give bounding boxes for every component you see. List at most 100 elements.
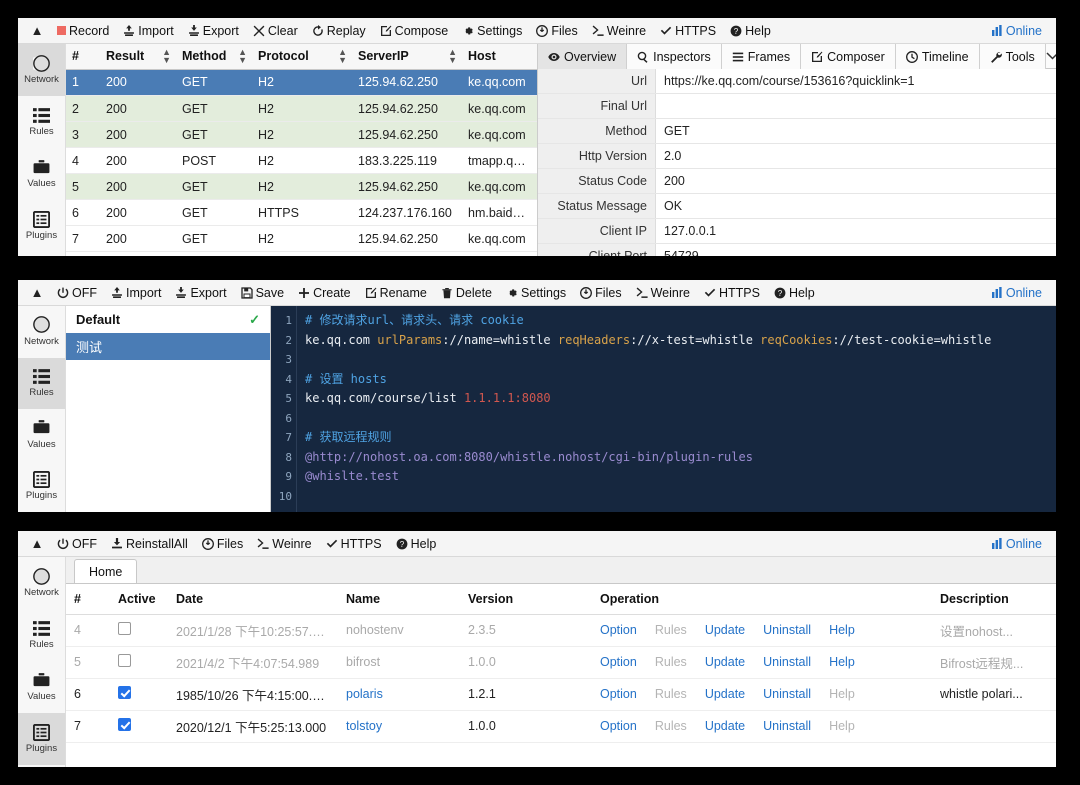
editor-code[interactable]: # 修改请求url、请求头、请求 cookie ke.qq.com urlPara… (297, 306, 1056, 512)
plugin-name-link[interactable]: nohostenv (346, 623, 404, 637)
plugin-name-link[interactable]: polaris (346, 687, 383, 701)
sidebar-item-network[interactable]: Network (18, 557, 65, 609)
toolbar-export-button[interactable]: Export (181, 18, 246, 44)
sidebar-item-rules[interactable]: Rules (18, 96, 65, 148)
tab-composer[interactable]: Composer (801, 44, 896, 69)
toolbar-help-button[interactable]: ? Help (389, 531, 444, 557)
toolbar-help-button[interactable]: ? Help (723, 18, 778, 44)
toolbar-export-button[interactable]: Export (168, 280, 233, 306)
tab-tools[interactable]: Tools (979, 44, 1046, 69)
table-row[interactable]: 3 200 GET H2 125.94.62.250 ke.qq.com (66, 121, 537, 148)
collapse-toggle-plugins[interactable]: ▲ (24, 536, 50, 551)
toolbar-record-button[interactable]: Record (50, 18, 116, 44)
toolbar-weinre-button[interactable]: Weinre (585, 18, 653, 44)
tab-frames[interactable]: Frames (721, 44, 802, 69)
op-help-link[interactable]: Help (829, 623, 855, 637)
chevron-down-icon[interactable] (1045, 44, 1056, 68)
column-header-serverip[interactable]: ServerIP ▲ ▼ (352, 44, 462, 70)
toolbar-https-button[interactable]: HTTPS (319, 531, 389, 557)
op-help-link[interactable]: Help (829, 655, 855, 669)
toolbar-files-button[interactable]: Files (195, 531, 250, 557)
plugin-name-link[interactable]: bifrost (346, 655, 380, 669)
table-row[interactable]: 2 200 GET H2 125.94.62.250 ke.qq.com (66, 95, 537, 122)
column-header-result[interactable]: Result ▲ ▼ (100, 44, 176, 70)
table-row[interactable]: 1 200 GET H2 125.94.62.250 ke.qq.com (66, 69, 537, 96)
table-row[interactable]: 4 2021/1/28 下午10:25:57.082 nohostenv 2.3.5 O… (66, 614, 1056, 647)
sort-toggle-icon[interactable]: ▲ ▼ (162, 48, 171, 65)
table-row[interactable]: 7 200 GET H2 125.94.62.250 ke.qq.com (66, 225, 537, 252)
toolbar-files-button[interactable]: Files (529, 18, 584, 44)
toolbar-reinstallall-button[interactable]: ReinstallAll (104, 531, 195, 557)
op-uninstall-link[interactable]: Uninstall (763, 655, 811, 669)
sidebar-item-rules[interactable]: Rules (18, 357, 65, 409)
toolbar-replay-button[interactable]: Replay (305, 18, 373, 44)
column-header-method[interactable]: Method ▲ ▼ (176, 44, 252, 70)
sidebar-item-values[interactable]: Values (18, 661, 65, 713)
sidebar-item-rules[interactable]: Rules (18, 609, 65, 661)
online-status-network[interactable]: Online (984, 24, 1050, 38)
op-update-link[interactable]: Update (705, 623, 745, 637)
toolbar-files-button[interactable]: Files (573, 280, 628, 306)
column-header-protocol[interactable]: Protocol ▲ ▼ (252, 44, 352, 70)
active-checkbox[interactable] (118, 686, 131, 699)
toolbar-clear-button[interactable]: Clear (246, 18, 305, 44)
tab-inspectors[interactable]: Inspectors (627, 44, 722, 69)
sort-toggle-icon[interactable]: ▲ ▼ (448, 48, 457, 65)
toolbar-weinre-button[interactable]: Weinre (629, 280, 697, 306)
op-option-link[interactable]: Option (600, 687, 637, 701)
sidebar-item-network[interactable]: Network (18, 44, 65, 96)
toolbar-https-button[interactable]: HTTPS (653, 18, 723, 44)
op-update-link[interactable]: Update (705, 655, 745, 669)
sidebar-item-plugins[interactable]: Plugins (18, 713, 65, 765)
table-row[interactable]: 6 200 GET HTTPS 124.237.176.160 hm.baidu.com (66, 199, 537, 226)
tab-overview[interactable]: Overview (538, 44, 628, 69)
collapse-toggle-rules[interactable]: ▲ (24, 285, 50, 300)
toolbar-create-button[interactable]: Create (291, 280, 358, 306)
op-update-link[interactable]: Update (705, 719, 745, 733)
sidebar-item-network[interactable]: Network (18, 306, 65, 358)
sidebar-item-plugins[interactable]: Plugins (18, 461, 65, 513)
active-checkbox[interactable] (118, 654, 131, 667)
toolbar-save-button[interactable]: Save (234, 280, 292, 306)
op-option-link[interactable]: Option (600, 655, 637, 669)
toolbar-https-button[interactable]: HTTPS (697, 280, 767, 306)
toolbar-settings-button[interactable]: Settings (455, 18, 529, 44)
op-update-link[interactable]: Update (705, 687, 745, 701)
toolbar-import-button[interactable]: Import (104, 280, 168, 306)
op-uninstall-link[interactable]: Uninstall (763, 719, 811, 733)
sidebar-item-values[interactable]: Values (18, 148, 65, 200)
rule-editor[interactable]: 1 2 3 4 5 6 7 8 9 10 # 修改请求url、请求头、请求 cookie ke.qq… (271, 306, 1056, 512)
op-uninstall-link[interactable]: Uninstall (763, 623, 811, 637)
tab-timeline[interactable]: Timeline (895, 44, 980, 69)
rule-list-item[interactable]: Default ✓ (66, 306, 270, 333)
column-header-index[interactable]: # (66, 44, 100, 70)
tab-home[interactable]: Home (74, 559, 138, 583)
sidebar-item-values[interactable]: Values (18, 409, 65, 461)
online-status-plugins[interactable]: Online (984, 537, 1050, 551)
plugin-name-link[interactable]: tolstoy (346, 719, 382, 733)
toolbar-delete-button[interactable]: Delete (434, 280, 499, 306)
active-checkbox[interactable] (118, 622, 131, 635)
op-option-link[interactable]: Option (600, 623, 637, 637)
toolbar-compose-button[interactable]: Compose (373, 18, 456, 44)
toolbar-import-button[interactable]: Import (116, 18, 180, 44)
toolbar-help-button[interactable]: ? Help (767, 280, 822, 306)
online-status-rules[interactable]: Online (984, 286, 1050, 300)
toolbar-weinre-button[interactable]: Weinre (250, 531, 318, 557)
toolbar-rename-button[interactable]: Rename (358, 280, 434, 306)
active-checkbox[interactable] (118, 718, 131, 731)
table-row[interactable]: 4 200 POST H2 183.3.225.119 tmapp.qq.com (66, 147, 537, 174)
sort-toggle-icon[interactable]: ▲ ▼ (238, 48, 247, 65)
table-row[interactable]: 7 2020/12/1 下午5:25:13.000 tolstoy 1.0.0 Opti… (66, 710, 1056, 743)
toolbar-off-button[interactable]: OFF (50, 531, 104, 557)
collapse-toggle-network[interactable]: ▲ (24, 23, 50, 38)
sort-toggle-icon[interactable]: ▲ ▼ (338, 48, 347, 65)
op-uninstall-link[interactable]: Uninstall (763, 687, 811, 701)
table-row[interactable]: 5 2021/4/2 下午4:07:54.989 bifrost 1.0.0 Optio… (66, 646, 1056, 679)
column-header-host[interactable]: Host (462, 44, 537, 70)
toolbar-off-button[interactable]: OFF (50, 280, 104, 306)
toolbar-settings-button[interactable]: Settings (499, 280, 573, 306)
table-row[interactable]: 5 200 GET H2 125.94.62.250 ke.qq.com (66, 173, 537, 200)
rule-list-item[interactable]: 测试 (66, 333, 270, 360)
op-option-link[interactable]: Option (600, 719, 637, 733)
